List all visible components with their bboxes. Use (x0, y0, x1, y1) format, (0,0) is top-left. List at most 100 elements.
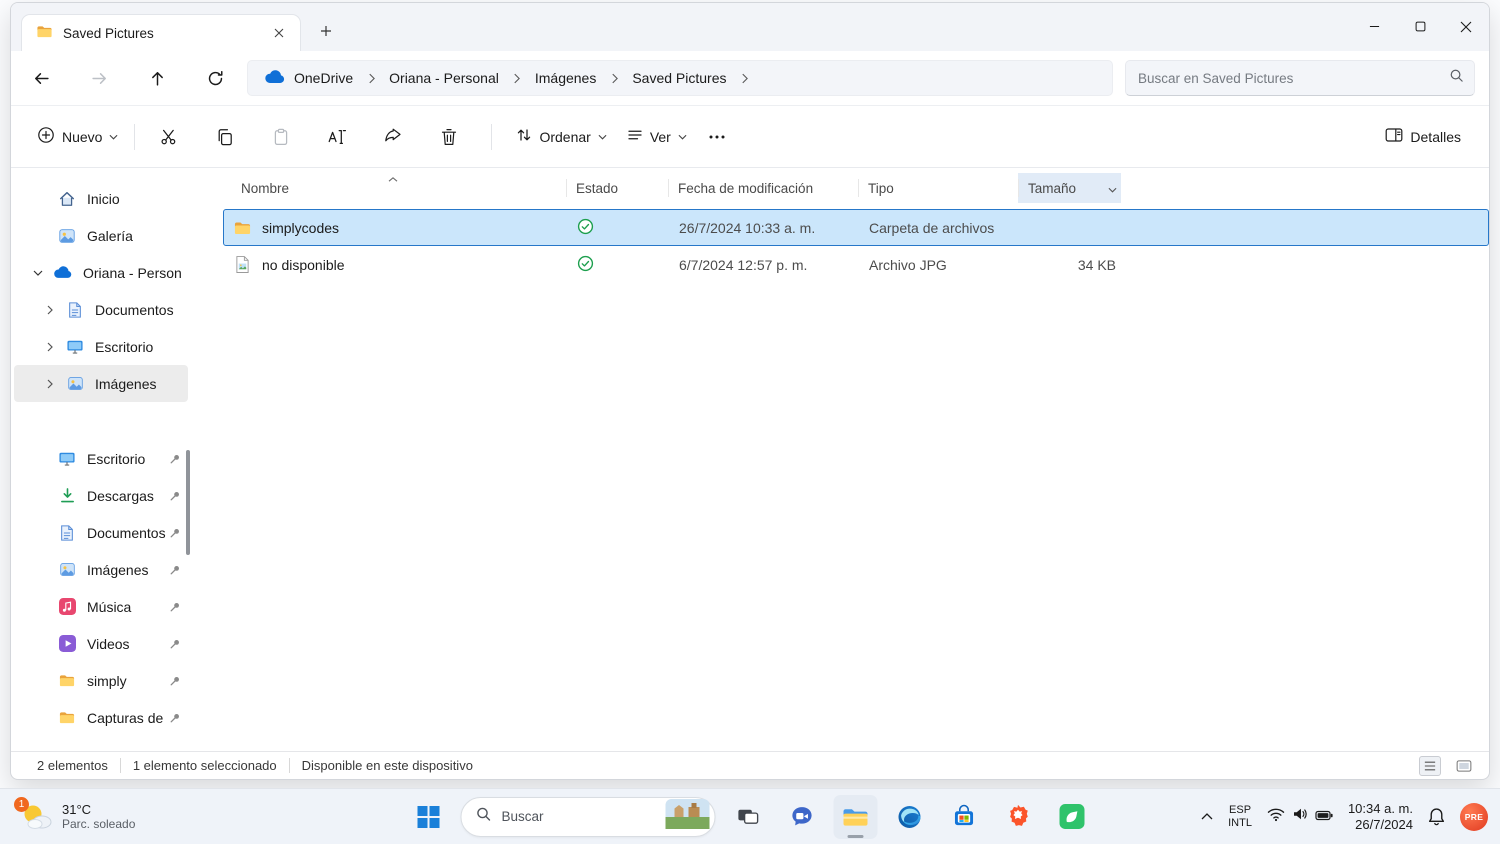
tray-app-badge[interactable]: PRE (1460, 803, 1488, 831)
search-highlight-image[interactable] (666, 799, 710, 834)
delete-button[interactable] (429, 117, 469, 157)
breadcrumb: OneDrive Oriana - Personal Imágenes (247, 60, 1113, 96)
column-header-tamano[interactable]: Tamaño (1018, 173, 1121, 203)
clock[interactable]: 10:34 a. m. 26/7/2024 (1348, 801, 1413, 833)
sidebar-item-capturas[interactable]: Capturas de p (14, 699, 188, 736)
breadcrumb-item-personal[interactable]: Oriana - Personal (381, 67, 507, 89)
sidebar-item-videos[interactable]: Videos (14, 625, 188, 662)
sidebar-item-label: Imágenes (87, 562, 168, 578)
breadcrumb-chevron-icon[interactable] (737, 70, 753, 86)
file-explorer-icon[interactable] (834, 795, 878, 839)
weather-widget[interactable]: 1 31°C Parc. soleado (10, 789, 143, 844)
sidebar-item-musica[interactable]: Música (14, 588, 188, 625)
tab-close-icon[interactable] (266, 20, 292, 46)
notification-bell-icon[interactable] (1424, 803, 1449, 830)
breadcrumb-item-imagenes[interactable]: Imágenes (527, 67, 604, 89)
back-button[interactable] (23, 60, 59, 96)
search-icon[interactable] (1449, 68, 1464, 88)
synced-check-icon (577, 222, 594, 238)
sidebar-item-inicio[interactable]: Inicio (14, 180, 188, 217)
pin-icon (168, 563, 182, 577)
start-button[interactable] (407, 795, 451, 839)
file-row-simplycodes[interactable]: simplycodes 26/7/2024 10:33 a. m. Carpet… (223, 209, 1489, 246)
taskbar-search-button[interactable]: Buscar (461, 797, 716, 837)
chevron-right-icon[interactable] (43, 303, 57, 317)
sidebar-section-gap (11, 402, 191, 440)
rename-button[interactable] (317, 117, 357, 157)
microsoft-store-icon[interactable] (942, 795, 986, 839)
sidebar-item-galeria[interactable]: Galería (14, 217, 188, 254)
column-label: Nombre (241, 181, 289, 196)
search-input[interactable] (1138, 71, 1449, 86)
forward-button[interactable] (81, 60, 117, 96)
new-tab-button[interactable] (309, 14, 343, 48)
folder-icon (36, 24, 53, 42)
sync-status-cell (567, 218, 669, 238)
chevron-right-icon[interactable] (43, 377, 57, 391)
breadcrumb-chevron-icon[interactable] (509, 70, 525, 86)
sidebar-item-label: Videos (87, 636, 168, 652)
edge-browser-icon[interactable] (888, 795, 932, 839)
folder-icon (57, 671, 77, 691)
brave-browser-icon[interactable] (996, 795, 1040, 839)
sidebar-item-escritorio-tree[interactable]: Escritorio (14, 328, 188, 365)
share-button[interactable] (373, 117, 413, 157)
teams-chat-icon[interactable] (780, 795, 824, 839)
navigation-bar: OneDrive Oriana - Personal Imágenes (11, 51, 1489, 106)
sort-button[interactable]: Ordenar (506, 117, 616, 157)
minimize-button[interactable] (1351, 3, 1397, 50)
sidebar-item-documentos-tree[interactable]: Documentos (14, 291, 188, 328)
sidebar-item-imagenes[interactable]: Imágenes (14, 551, 188, 588)
details-view-toggle[interactable] (1419, 756, 1441, 776)
sidebar-item-documentos[interactable]: Documentos (14, 514, 188, 551)
language-indicator[interactable]: ESP INTL (1228, 804, 1252, 829)
new-plus-icon (37, 126, 55, 147)
sync-status-cell (567, 255, 669, 275)
file-row-no-disponible[interactable]: no disponible 6/7/2024 12:57 p. m. Archi… (223, 246, 1489, 283)
details-pane-button[interactable]: Detalles (1375, 117, 1471, 157)
new-button[interactable]: Nuevo (27, 117, 128, 157)
breadcrumb-item-saved-pictures[interactable]: Saved Pictures (624, 67, 734, 89)
search-icon (476, 806, 492, 827)
more-options-button[interactable] (697, 117, 737, 157)
breadcrumb-item-onedrive[interactable]: OneDrive (256, 67, 361, 90)
sidebar-item-label: Galería (87, 228, 182, 244)
sidebar-item-onedrive[interactable]: Oriana - Persona (14, 254, 188, 291)
network-volume-battery-group[interactable] (1263, 803, 1337, 831)
chevron-down-icon[interactable] (1108, 181, 1117, 196)
chevron-down-icon (598, 134, 607, 140)
maximize-button[interactable] (1397, 3, 1443, 50)
pin-icon (168, 711, 182, 725)
pin-icon (168, 674, 182, 688)
sidebar-item-escritorio[interactable]: Escritorio (14, 440, 188, 477)
file-list: Nombre Estado Fecha de modificación Tipo… (191, 168, 1489, 751)
availability-status: Disponible en este dispositivo (302, 758, 473, 773)
refresh-button[interactable] (197, 60, 233, 96)
folder-icon (232, 218, 252, 238)
column-header-fecha[interactable]: Fecha de modificación (668, 173, 858, 203)
column-header-tipo[interactable]: Tipo (858, 173, 1018, 203)
green-app-icon[interactable] (1050, 795, 1094, 839)
sidebar-scrollbar[interactable] (186, 450, 190, 555)
view-button[interactable]: Ver (617, 117, 697, 157)
cut-button[interactable] (149, 117, 189, 157)
up-button[interactable] (139, 60, 175, 96)
breadcrumb-chevron-icon[interactable] (606, 70, 622, 86)
sidebar-item-simply[interactable]: simply (14, 662, 188, 699)
close-button[interactable] (1443, 3, 1489, 50)
copy-button[interactable] (205, 117, 245, 157)
sidebar-item-label: Oriana - Persona (83, 265, 182, 281)
column-header-estado[interactable]: Estado (566, 173, 668, 203)
explorer-tab[interactable]: Saved Pictures (21, 14, 301, 51)
task-view-button[interactable] (726, 795, 770, 839)
sidebar-item-descargas[interactable]: Descargas (14, 477, 188, 514)
thumbnail-view-toggle[interactable] (1453, 756, 1475, 776)
show-hidden-icons-chevron[interactable] (1197, 809, 1217, 824)
sidebar-item-imagenes-tree[interactable]: Imágenes (14, 365, 188, 402)
paste-button[interactable] (261, 117, 301, 157)
chevron-right-icon[interactable] (43, 340, 57, 354)
column-header-nombre[interactable]: Nombre (223, 173, 566, 203)
tab-title: Saved Pictures (63, 26, 256, 41)
breadcrumb-chevron-icon[interactable] (363, 70, 379, 86)
chevron-down-icon[interactable] (31, 266, 45, 280)
